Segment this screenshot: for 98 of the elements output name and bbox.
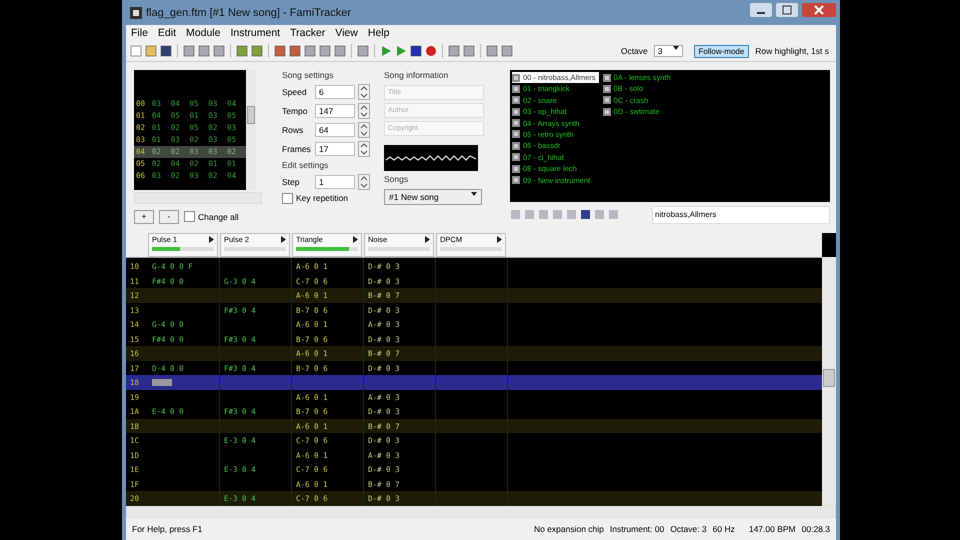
spin-arrows-icon[interactable] (358, 103, 370, 120)
square-icon (602, 108, 611, 116)
square-icon (512, 142, 520, 150)
close-button[interactable] (802, 2, 836, 17)
menu-item[interactable]: Tracker (289, 27, 326, 40)
square-icon (602, 96, 611, 104)
record-icon[interactable] (425, 45, 437, 58)
arrow-icon[interactable] (497, 236, 502, 244)
square-icon (512, 74, 520, 82)
tool-icon[interactable] (304, 45, 316, 58)
status-text: 147.00 BPM (748, 524, 796, 534)
status-text: Instrument: 00 (610, 524, 664, 534)
menu-item[interactable]: File (130, 27, 149, 40)
stop-icon[interactable] (410, 45, 422, 58)
scrollbar[interactable] (246, 70, 256, 190)
scrollbar[interactable] (822, 257, 836, 506)
square-icon (512, 108, 520, 116)
instrument-name-field[interactable]: nitrobass,Allmers (652, 206, 830, 224)
octave-label: Octave (620, 46, 648, 56)
song-dropdown[interactable]: #1 New song (384, 188, 482, 205)
tool-icon[interactable] (236, 45, 248, 58)
status-text: Octave: 3 (670, 524, 707, 534)
arrow-icon[interactable] (209, 236, 214, 244)
instrument-list[interactable] (510, 70, 830, 202)
status-text: For Help, press F1 (132, 524, 202, 534)
tool-icon[interactable] (580, 209, 591, 220)
square-icon (602, 74, 611, 82)
menu-item[interactable]: Instrument (229, 27, 282, 40)
tool-icon[interactable] (463, 45, 475, 58)
arrow-icon[interactable] (353, 236, 358, 244)
spin-arrows-icon[interactable] (358, 141, 370, 158)
menu-item[interactable]: Edit (156, 27, 178, 40)
row-highlight-label: Row highlight, 1st s (755, 46, 829, 56)
group-title: Edit settings (282, 160, 330, 170)
tool-icon[interactable] (213, 45, 225, 58)
menu-item[interactable]: Module (185, 27, 222, 40)
field-label: Speed (282, 87, 308, 98)
tool-icon[interactable] (274, 45, 286, 58)
field-label: Frames (282, 144, 312, 154)
spin-field[interactable]: 147 (315, 104, 355, 118)
status-text: 60 Hz (712, 524, 735, 534)
scrollbar[interactable] (126, 505, 836, 518)
cursor (152, 379, 172, 386)
tool-icon[interactable] (289, 45, 301, 58)
play-icon[interactable] (380, 45, 392, 58)
window-title: flag_gen.ftm [#1 New song] - FamiTracker (146, 6, 352, 19)
spin-arrows-icon[interactable] (358, 122, 370, 138)
add-frame-button[interactable]: + (134, 210, 154, 224)
status-text: No expansion chip (534, 524, 604, 534)
spin-field[interactable]: 1 (315, 175, 355, 190)
tool-icon[interactable] (357, 45, 369, 58)
square-icon (512, 164, 520, 173)
square-icon (602, 84, 611, 93)
square-icon (512, 84, 520, 93)
spin-field[interactable]: 17 (315, 142, 355, 156)
app-icon (130, 6, 142, 19)
volume-meter (296, 247, 358, 252)
arrow-icon[interactable] (425, 236, 430, 244)
spin-arrows-icon[interactable] (358, 84, 370, 100)
octave-dropdown[interactable]: 3 (654, 45, 682, 58)
square-icon (512, 96, 520, 104)
field-label: Step (282, 177, 300, 188)
volume-meter (152, 247, 214, 252)
tool-icon[interactable] (334, 45, 346, 58)
tool-icon[interactable] (319, 45, 331, 58)
maximize-button[interactable] (776, 2, 798, 17)
scrollbar[interactable] (134, 192, 262, 204)
tool-icon[interactable] (448, 45, 460, 58)
tool-icon[interactable] (198, 45, 210, 58)
key-repetition-checkbox[interactable]: Key repetition (282, 192, 372, 204)
minimize-button[interactable] (750, 2, 772, 17)
songs-label: Songs (384, 174, 410, 184)
square-icon (512, 130, 520, 138)
menu-item[interactable]: View (334, 27, 359, 40)
arrow-icon[interactable] (281, 236, 286, 244)
tool-icon[interactable] (486, 45, 498, 58)
field-label: Tempo (282, 106, 309, 116)
new-file-icon[interactable] (130, 45, 142, 58)
tool-icon[interactable] (183, 45, 195, 58)
change-all-checkbox[interactable]: Change all (184, 211, 239, 222)
follow-mode-button[interactable]: Follow-mode (694, 44, 750, 58)
dropdown-arrow-icon[interactable] (471, 192, 477, 196)
tool-icon[interactable] (501, 45, 513, 58)
spin-field[interactable]: 64 (315, 123, 355, 138)
remove-frame-button[interactable]: - (159, 210, 179, 224)
spin-field[interactable]: 6 (315, 85, 355, 100)
spin-arrows-icon[interactable] (358, 174, 370, 190)
status-text: 00:28.3 (802, 524, 830, 534)
save-icon[interactable] (160, 45, 172, 58)
dropdown-arrow-icon[interactable] (672, 46, 678, 50)
menu-item[interactable]: Help (366, 27, 390, 40)
group-title: Song information (384, 70, 450, 80)
square-icon (512, 153, 520, 162)
group-title: Song settings (282, 70, 335, 80)
tool-icon[interactable] (251, 45, 263, 58)
square-icon (512, 176, 520, 184)
field-label: Rows (282, 125, 304, 136)
square-icon (512, 119, 520, 128)
